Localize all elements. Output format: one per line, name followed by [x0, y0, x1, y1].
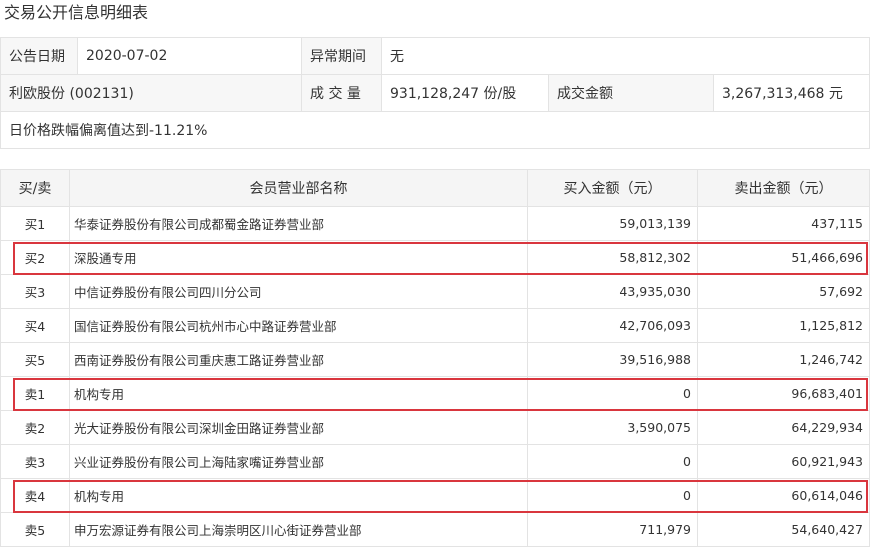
row-side: 买5 — [0, 342, 70, 377]
header-sell: 卖出金额（元） — [697, 169, 870, 207]
volume-label: 成 交 量 — [301, 74, 382, 112]
row-sell-amount: 60,614,046 — [697, 478, 870, 513]
reason-text: 日价格跌幅偏离值达到-11.21% — [0, 111, 871, 149]
row-buy-amount: 42,706,093 — [527, 308, 698, 343]
date-label: 公告日期 — [0, 37, 78, 75]
row-branch-name: 光大证券股份有限公司深圳金田路证券营业部 — [69, 410, 528, 445]
table-row: 买1 华泰证券股份有限公司成都蜀金路证券营业部 59,013,139 437,115 — [0, 206, 870, 241]
amount-value: 3,267,313,468 元 — [712, 74, 871, 112]
abnormal-value: 无 — [380, 37, 871, 75]
trade-table: 买/卖 会员营业部名称 买入金额（元） 卖出金额（元） 买1 华泰证券股份有限公司… — [0, 169, 870, 547]
row-side: 卖1 — [0, 376, 70, 411]
date-value: 2020-07-02 — [77, 37, 302, 75]
row-side: 卖2 — [0, 410, 70, 445]
row-buy-amount: 711,979 — [527, 512, 698, 547]
row-sell-amount: 437,115 — [697, 206, 870, 241]
row-buy-amount: 43,935,030 — [527, 274, 698, 309]
table-row: 卖4 机构专用 0 60,614,046 — [0, 478, 870, 513]
row-buy-amount: 59,013,139 — [527, 206, 698, 241]
table-row: 买2 深股通专用 58,812,302 51,466,696 — [0, 240, 870, 275]
row-side: 买2 — [0, 240, 70, 275]
table-row: 买4 国信证券股份有限公司杭州市心中路证券营业部 42,706,093 1,125,8… — [0, 308, 870, 343]
row-buy-amount: 0 — [527, 444, 698, 479]
row-side: 卖4 — [0, 478, 70, 513]
row-branch-name: 华泰证券股份有限公司成都蜀金路证券营业部 — [69, 206, 528, 241]
header-side: 买/卖 — [0, 169, 70, 207]
row-sell-amount: 54,640,427 — [697, 512, 870, 547]
row-sell-amount: 57,692 — [697, 274, 870, 309]
row-branch-name: 西南证券股份有限公司重庆惠工路证券营业部 — [69, 342, 528, 377]
header-name: 会员营业部名称 — [69, 169, 528, 207]
row-side: 卖3 — [0, 444, 70, 479]
row-side: 买3 — [0, 274, 70, 309]
table-row: 卖3 兴业证券股份有限公司上海陆家嘴证券营业部 0 60,921,943 — [0, 444, 870, 479]
row-branch-name: 申万宏源证券有限公司上海崇明区川心街证券营业部 — [69, 512, 528, 547]
amount-label: 成交金额 — [548, 74, 714, 112]
row-branch-name: 深股通专用 — [69, 240, 528, 275]
row-branch-name: 机构专用 — [69, 376, 528, 411]
row-sell-amount: 1,125,812 — [697, 308, 870, 343]
row-side: 买1 — [0, 206, 70, 241]
table-header-row: 买/卖 会员营业部名称 买入金额（元） 卖出金额（元） — [0, 169, 870, 207]
table-row: 买5 西南证券股份有限公司重庆惠工路证券营业部 39,516,988 1,246,74… — [0, 342, 870, 377]
row-branch-name: 兴业证券股份有限公司上海陆家嘴证券营业部 — [69, 444, 528, 479]
info-table: 公告日期 2020-07-02 异常期间 无 利欧股份 (002131) 成 交… — [0, 37, 871, 149]
stock-name: 利欧股份 (002131) — [0, 74, 302, 112]
row-sell-amount: 64,229,934 — [697, 410, 870, 445]
row-branch-name: 国信证券股份有限公司杭州市心中路证券营业部 — [69, 308, 528, 343]
row-sell-amount: 60,921,943 — [697, 444, 870, 479]
row-sell-amount: 1,246,742 — [697, 342, 870, 377]
table-row: 买3 中信证券股份有限公司四川分公司 43,935,030 57,692 — [0, 274, 870, 309]
row-side: 卖5 — [0, 512, 70, 547]
abnormal-label: 异常期间 — [301, 37, 382, 75]
row-buy-amount: 0 — [527, 376, 698, 411]
row-buy-amount: 58,812,302 — [527, 240, 698, 275]
row-sell-amount: 51,466,696 — [697, 240, 870, 275]
row-buy-amount: 39,516,988 — [527, 342, 698, 377]
table-row: 卖1 机构专用 0 96,683,401 — [0, 376, 870, 411]
row-sell-amount: 96,683,401 — [697, 376, 870, 411]
row-buy-amount: 0 — [527, 478, 698, 513]
page-title: 交易公开信息明细表 — [4, 3, 149, 22]
row-branch-name: 中信证券股份有限公司四川分公司 — [69, 274, 528, 309]
table-row: 卖2 光大证券股份有限公司深圳金田路证券营业部 3,590,075 64,229,93… — [0, 410, 870, 445]
row-side: 买4 — [0, 308, 70, 343]
row-buy-amount: 3,590,075 — [527, 410, 698, 445]
table-row: 卖5 申万宏源证券有限公司上海崇明区川心街证券营业部 711,979 54,640,4… — [0, 512, 870, 547]
volume-value: 931,128,247 份/股 — [381, 74, 549, 112]
header-buy: 买入金额（元） — [527, 169, 698, 207]
row-branch-name: 机构专用 — [69, 478, 528, 513]
